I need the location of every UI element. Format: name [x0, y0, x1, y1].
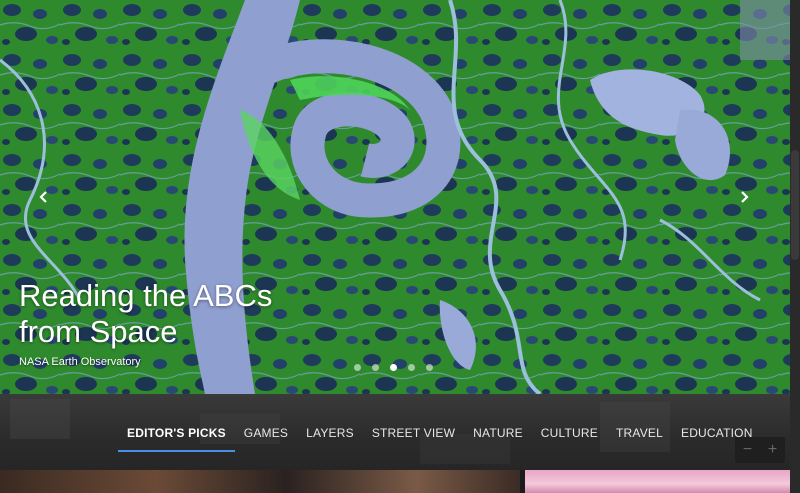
hero-slideshow: Reading the ABCs from Space NASA Earth O…: [0, 0, 790, 394]
tab-culture[interactable]: CULTURE: [532, 420, 607, 452]
page-scrollbar[interactable]: [790, 0, 800, 493]
prev-slide-button[interactable]: [27, 180, 61, 214]
tab-nature[interactable]: NATURE: [464, 420, 532, 452]
slide-dot[interactable]: [372, 364, 379, 371]
scrollbar-thumb[interactable]: [791, 150, 799, 260]
next-slide-button[interactable]: [727, 180, 761, 214]
category-tabbar: EDITOR'S PICKS GAMES LAYERS STREET VIEW …: [0, 394, 790, 470]
slide-dot-active[interactable]: [390, 364, 397, 371]
slide-title-line2: from Space: [19, 314, 178, 349]
tab-games[interactable]: GAMES: [235, 420, 297, 452]
slide-dot[interactable]: [408, 364, 415, 371]
zoom-out-button[interactable]: −: [735, 437, 760, 463]
story-card-cherry-blossom[interactable]: [525, 470, 790, 493]
zoom-control: − +: [735, 437, 785, 463]
tab-editors-picks[interactable]: EDITOR'S PICKS: [118, 420, 235, 452]
story-card[interactable]: [0, 470, 520, 493]
slide-dot[interactable]: [426, 364, 433, 371]
tab-travel[interactable]: TRAVEL: [607, 420, 672, 452]
chevron-right-icon: [741, 191, 749, 203]
slide-indicators: [354, 364, 433, 371]
slide-dot[interactable]: [354, 364, 361, 371]
slide-title[interactable]: Reading the ABCs from Space: [19, 278, 339, 350]
slide-title-line1: Reading the ABCs: [19, 278, 273, 313]
chevron-left-icon: [39, 191, 47, 203]
tab-layers[interactable]: LAYERS: [297, 420, 363, 452]
slide-credit: NASA Earth Observatory: [19, 356, 141, 368]
tab-list: EDITOR'S PICKS GAMES LAYERS STREET VIEW …: [118, 420, 762, 452]
tab-street-view[interactable]: STREET VIEW: [363, 420, 464, 452]
card-row: [0, 470, 790, 493]
zoom-in-button[interactable]: +: [760, 437, 785, 463]
